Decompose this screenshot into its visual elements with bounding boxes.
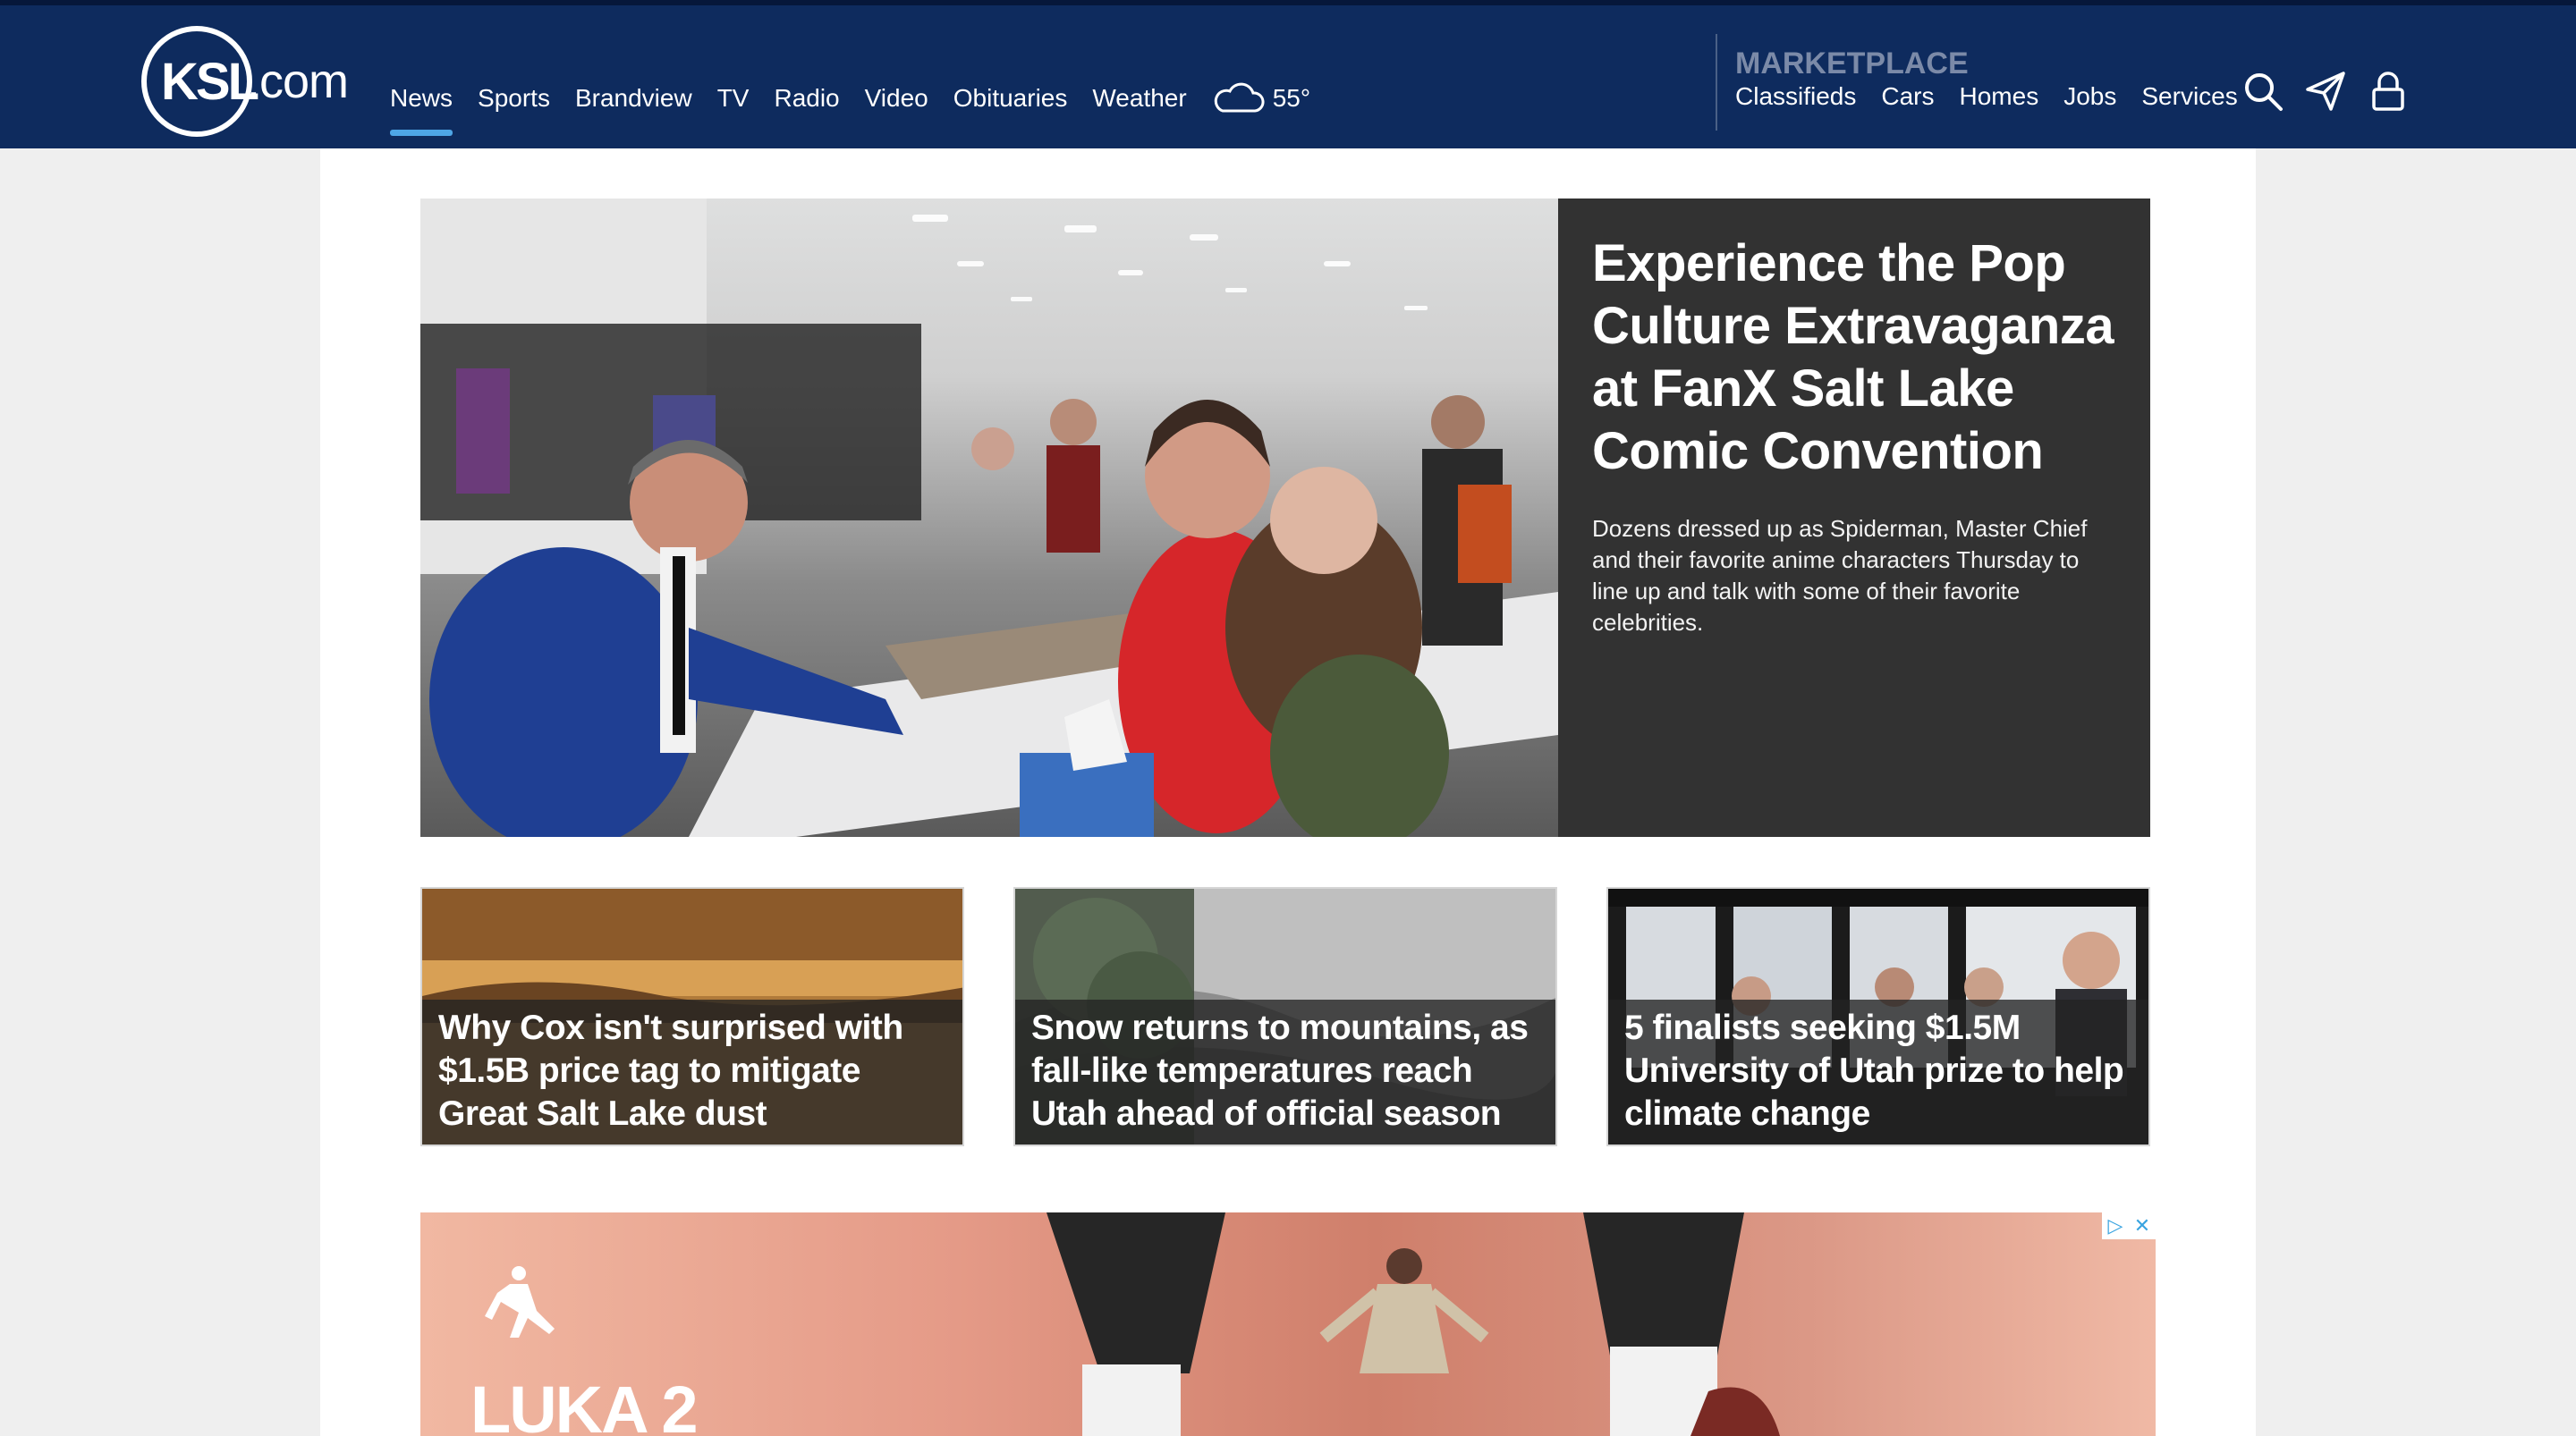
nav-item-sports[interactable]: Sports	[478, 84, 550, 113]
send-icon[interactable]	[2304, 70, 2347, 113]
nav-item-radio[interactable]: Radio	[774, 84, 839, 113]
nav-item-tv[interactable]: TV	[717, 84, 750, 113]
marketplace-title: MARKETPLACE	[1735, 46, 1969, 80]
hero-title[interactable]: Experience the Pop Culture Extravaganza …	[1592, 232, 2116, 483]
hero-summary: Dozens dressed up as Spiderman, Master C…	[1592, 515, 2088, 636]
nav-item-obituaries[interactable]: Obituaries	[953, 84, 1068, 113]
site-header: KSL .com News Sports Brandview TV Radio …	[0, 0, 2576, 148]
nav-item-news[interactable]: News	[390, 84, 453, 136]
nav-item-weather[interactable]: Weather	[1092, 84, 1186, 113]
marketplace-links: Classifieds Cars Homes Jobs Services	[1735, 82, 2263, 111]
logo-circle: KSL	[141, 26, 259, 137]
ksl-logo[interactable]: KSL .com	[141, 25, 360, 138]
weather-widget[interactable]: 55°	[1212, 80, 1310, 116]
ad-brand-text: LUKA 2	[470, 1373, 698, 1436]
story-card-finalists[interactable]: 5 finalists seeking $1.5M University of …	[1606, 887, 2150, 1146]
hero-story[interactable]: Experience the Pop Culture Extravaganza …	[420, 199, 2150, 837]
mp-link-classifieds[interactable]: Classifieds	[1735, 82, 1856, 111]
card-overlay: 5 finalists seeking $1.5M University of …	[1608, 1000, 2148, 1145]
card-overlay: Snow returns to mountains, as fall-like …	[1015, 1000, 1555, 1145]
ad-close-icon[interactable]: ✕	[2129, 1212, 2156, 1239]
ad-badges: ▷ ✕	[2102, 1212, 2156, 1239]
nav-item-brandview[interactable]: Brandview	[575, 84, 692, 113]
nav-item-video[interactable]: Video	[865, 84, 928, 113]
header-divider	[1716, 34, 1717, 131]
card-overlay: Why Cox isn't surprised with $1.5B price…	[422, 1000, 962, 1145]
header-icons	[2241, 70, 2410, 113]
mp-link-cars[interactable]: Cars	[1881, 82, 1934, 111]
logo-text: KSL	[161, 52, 259, 111]
card-title[interactable]: Snow returns to mountains, as fall-like …	[1031, 1007, 1539, 1136]
mp-link-jobs[interactable]: Jobs	[2063, 82, 2116, 111]
weather-temp: 55°	[1272, 84, 1311, 112]
ad-choices-icon[interactable]: ▷	[2102, 1212, 2129, 1239]
cloud-icon	[1214, 82, 1265, 113]
card-title[interactable]: Why Cox isn't surprised with $1.5B price…	[438, 1007, 946, 1136]
card-title[interactable]: 5 finalists seeking $1.5M University of …	[1624, 1007, 2132, 1136]
hero-photo-illustration	[420, 199, 1558, 837]
user-lock-icon[interactable]	[2367, 70, 2410, 113]
logo-suffix: .com	[247, 55, 349, 108]
ad-banner[interactable]: LUKA 2 ▷ ✕	[420, 1212, 2156, 1436]
hero-image[interactable]	[420, 199, 1558, 837]
search-icon[interactable]	[2241, 70, 2284, 113]
mp-link-services[interactable]: Services	[2141, 82, 2237, 111]
story-card-snow[interactable]: Snow returns to mountains, as fall-like …	[1013, 887, 1557, 1146]
main-content: Experience the Pop Culture Extravaganza …	[320, 148, 2256, 1436]
mp-link-homes[interactable]: Homes	[1960, 82, 2039, 111]
main-nav: News Sports Brandview TV Radio Video Obi…	[390, 80, 1310, 136]
story-card-cox[interactable]: Why Cox isn't surprised with $1.5B price…	[420, 887, 964, 1146]
hero-text-panel: Experience the Pop Culture Extravaganza …	[1558, 199, 2150, 837]
story-cards: Why Cox isn't surprised with $1.5B price…	[420, 887, 2150, 1146]
